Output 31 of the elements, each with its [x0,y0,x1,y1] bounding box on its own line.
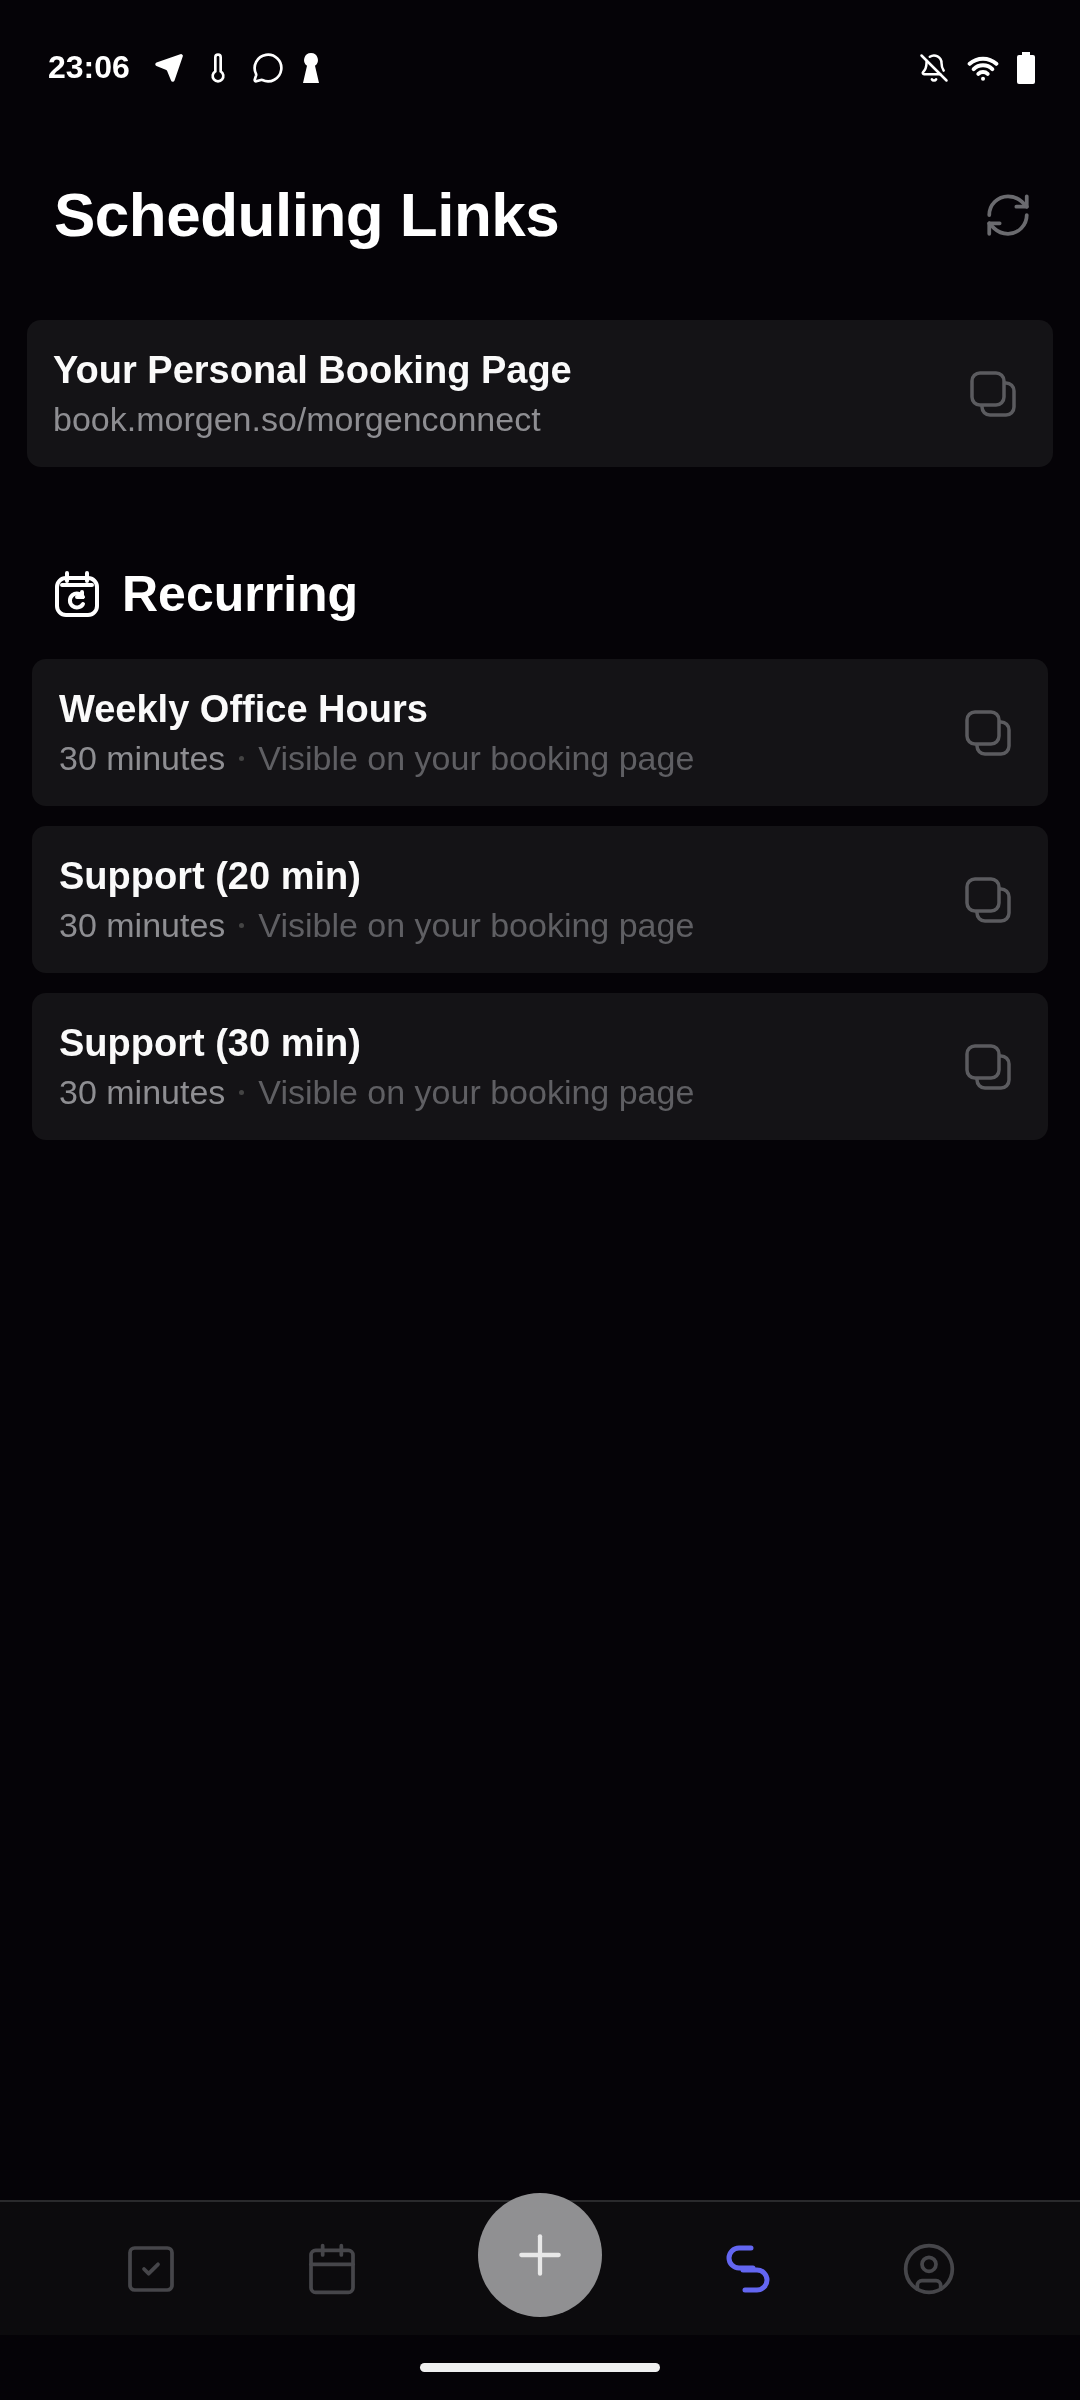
send-icon [153,52,184,83]
section-title: Recurring [122,565,359,623]
page-title: Scheduling Links [54,179,560,250]
link-card[interactable]: Weekly Office Hours 30 minutes Visible on your booking page [32,659,1048,806]
link-title: Support (30 min) [59,1021,362,1065]
calendar-refresh-icon [54,570,100,618]
chat-icon [251,51,284,84]
copy-icon[interactable] [964,875,1012,924]
card-title: Your Personal Booking Page [53,348,573,392]
link-card[interactable]: Support (20 min) 30 minutes Visible on your booking page [32,826,1048,973]
separator-dot [239,922,245,928]
separator-dot [239,1089,245,1095]
booking-url: book.morgen.so/morgenconnect [53,399,542,439]
keyhole-icon [301,52,320,83]
separator-dot [239,755,245,761]
bell-off-icon [919,52,949,83]
duration: 30 minutes [59,1072,226,1112]
link-card[interactable]: Support (30 min) 30 minutes Visible on your booking page [32,993,1048,1140]
link-title: Weekly Office Hours [59,687,429,731]
link-title: Support (20 min) [59,854,362,898]
copy-icon[interactable] [964,1042,1012,1091]
status-time: 23:06 [48,49,130,86]
booking-page-card[interactable]: Your Personal Booking Page book.morgen.so/morgenconnect [27,320,1053,467]
copy-icon[interactable] [964,708,1012,757]
duration: 30 minutes [59,905,226,945]
copy-icon[interactable] [969,369,1017,418]
battery-icon [1017,51,1035,84]
visibility: Visible on your booking page [258,1072,695,1112]
visibility: Visible on your booking page [258,738,695,778]
duration: 30 minutes [59,738,226,778]
visibility: Visible on your booking page [258,905,695,945]
